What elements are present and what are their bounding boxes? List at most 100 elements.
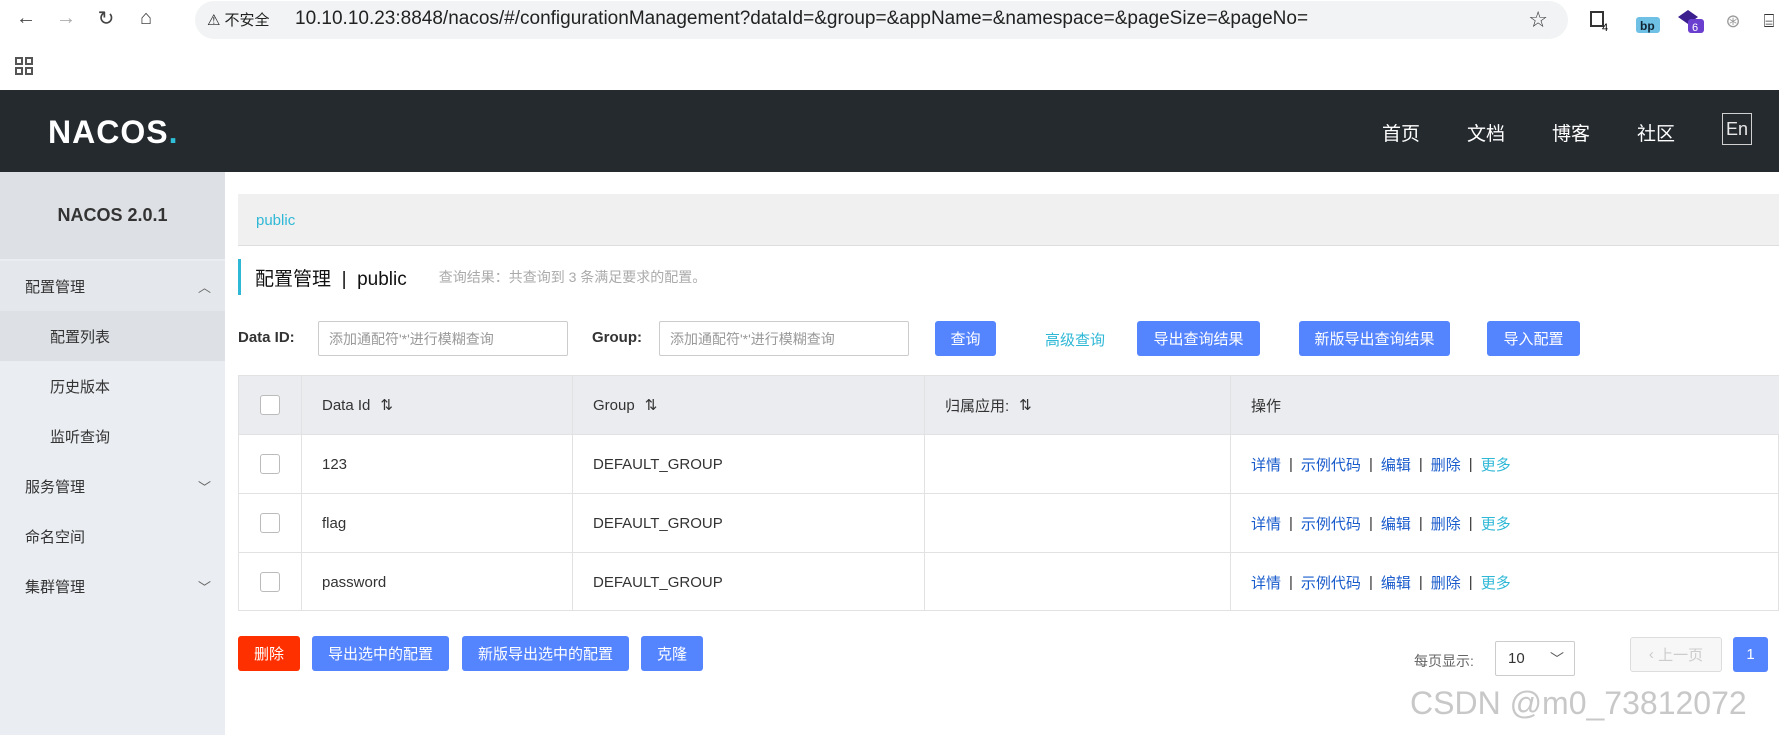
more-link[interactable]: 更多 <box>1481 572 1511 593</box>
dataid-label: Data ID: <box>238 329 295 346</box>
menu-label: 配置列表 <box>50 328 111 346</box>
menu-label: 监听查询 <box>50 428 111 446</box>
col-app[interactable]: 归属应用: ⇅ <box>925 376 1231 434</box>
version-label: NACOS 2.0.1 <box>0 172 225 259</box>
sort-icon[interactable]: ⇅ <box>1019 396 1032 414</box>
puzzle-icon: 4 <box>1590 11 1608 33</box>
page-size-select[interactable]: 10 ﹀ <box>1495 641 1575 676</box>
cell-group: DEFAULT_GROUP <box>573 494 925 552</box>
more-link[interactable]: 更多 <box>1481 454 1511 475</box>
row-checkbox[interactable] <box>260 513 280 533</box>
url-text[interactable]: 10.10.10.23:8848/nacos/#/configurationMa… <box>295 8 1308 30</box>
language-switch[interactable]: En <box>1722 113 1752 145</box>
select-all-checkbox[interactable] <box>260 395 280 415</box>
extension-icon-5[interactable]: ⌸ <box>1756 8 1779 34</box>
extension-icon-1[interactable]: 4 <box>1588 8 1614 34</box>
home-icon[interactable]: ⌂ <box>132 4 160 32</box>
menu-cluster-management[interactable]: 集群管理 ﹀ <box>0 561 225 611</box>
menu-config-list[interactable]: 配置列表 <box>0 311 225 361</box>
export-results-new-button[interactable]: 新版导出查询结果 <box>1299 321 1450 356</box>
import-config-button[interactable]: 导入配置 <box>1487 321 1580 356</box>
nav-home[interactable]: 首页 <box>1382 119 1420 146</box>
svg-text:bp: bp <box>1640 19 1655 33</box>
apps-grid-icon[interactable] <box>14 56 34 82</box>
reload-icon[interactable]: ↻ <box>92 4 120 32</box>
chevron-up-icon: ︿ <box>197 279 211 295</box>
cell-group: DEFAULT_GROUP <box>573 553 925 611</box>
sample-code-link[interactable]: 示例代码 <box>1301 572 1361 593</box>
cell-data-id: flag <box>302 494 573 552</box>
table-row: password DEFAULT_GROUP 详情 | 示例代码 | 编辑 | 删除 |… <box>239 553 1779 611</box>
cell-actions: 详情 | 示例代码 | 编辑 | 删除 | 更多 <box>1251 454 1511 475</box>
sample-code-link[interactable]: 示例代码 <box>1301 454 1361 475</box>
sample-code-link[interactable]: 示例代码 <box>1301 513 1361 534</box>
page-title: 配置管理 | public <box>255 268 407 290</box>
export-selected-new-button[interactable]: 新版导出选中的配置 <box>462 636 629 671</box>
cell-data-id: password <box>302 553 573 611</box>
nav-docs[interactable]: 文档 <box>1467 119 1505 146</box>
edit-link[interactable]: 编辑 <box>1381 513 1411 534</box>
menu-listen-query[interactable]: 监听查询 <box>0 411 225 461</box>
group-label: Group: <box>592 329 642 346</box>
cell-actions: 详情 | 示例代码 | 编辑 | 删除 | 更多 <box>1251 513 1511 534</box>
more-link[interactable]: 更多 <box>1481 513 1511 534</box>
extension-icon-bp[interactable]: bp <box>1634 8 1660 34</box>
svg-text:4: 4 <box>1602 22 1608 33</box>
delete-link[interactable]: 删除 <box>1431 454 1461 475</box>
export-results-button[interactable]: 导出查询结果 <box>1137 321 1260 356</box>
forward-icon[interactable]: → <box>52 4 80 32</box>
menu-config-management[interactable]: 配置管理 ︿ <box>0 261 225 311</box>
page-title-bar: 配置管理 | public 查询结果：共查询到 3 条满足要求的配置。 <box>238 259 706 295</box>
dataid-input[interactable] <box>318 321 568 356</box>
extension-icon-4[interactable]: ⊛ <box>1720 8 1746 34</box>
menu-history[interactable]: 历史版本 <box>0 361 225 411</box>
row-checkbox[interactable] <box>260 572 280 592</box>
cell-app <box>925 494 1231 552</box>
page-size-label: 每页显示: <box>1414 653 1474 669</box>
menu-label: 配置管理 <box>25 278 86 296</box>
table-row: 123 DEFAULT_GROUP 详情 | 示例代码 | 编辑 | 删除 | 更多 <box>239 435 1779 494</box>
group-input[interactable] <box>659 321 909 356</box>
col-group[interactable]: Group ⇅ <box>573 376 925 434</box>
back-icon[interactable]: ← <box>12 4 40 32</box>
edit-link[interactable]: 编辑 <box>1381 454 1411 475</box>
prev-page-button[interactable]: ‹ 上一页 <box>1630 637 1722 672</box>
nacos-logo[interactable]: NACOS. <box>48 114 178 151</box>
menu-label: 命名空间 <box>25 528 86 546</box>
detail-link[interactable]: 详情 <box>1251 454 1281 475</box>
nav-blog[interactable]: 博客 <box>1552 119 1590 146</box>
export-selected-button[interactable]: 导出选中的配置 <box>312 636 449 671</box>
config-table: Data Id ⇅ Group ⇅ 归属应用: ⇅ 操作 123 DEFAULT_GR… <box>238 375 1779 611</box>
batch-delete-button[interactable]: 删除 <box>238 636 300 671</box>
detail-link[interactable]: 详情 <box>1251 572 1281 593</box>
extension-icon-3[interactable]: 6 <box>1678 8 1704 34</box>
col-data-id[interactable]: Data Id ⇅ <box>302 376 573 434</box>
advanced-query-link[interactable]: 高级查询 <box>1045 329 1105 350</box>
menu-service-management[interactable]: 服务管理 ﹀ <box>0 461 225 511</box>
cell-app <box>925 435 1231 493</box>
nav-community[interactable]: 社区 <box>1637 119 1675 146</box>
delete-link[interactable]: 删除 <box>1431 513 1461 534</box>
namespace-tab-public[interactable]: public <box>256 212 295 229</box>
cell-app <box>925 553 1231 611</box>
security-indicator[interactable]: ⚠ 不安全 <box>207 9 269 30</box>
sort-icon[interactable]: ⇅ <box>380 396 393 414</box>
clone-button[interactable]: 克隆 <box>641 636 703 671</box>
bookmark-star-icon[interactable]: ☆ <box>1528 7 1548 33</box>
detail-link[interactable]: 详情 <box>1251 513 1281 534</box>
delete-link[interactable]: 删除 <box>1431 572 1461 593</box>
chevron-down-icon: ﹀ <box>1550 651 1564 667</box>
sort-icon[interactable]: ⇅ <box>645 396 658 414</box>
page-number-1[interactable]: 1 <box>1733 637 1768 672</box>
cell-actions: 详情 | 示例代码 | 编辑 | 删除 | 更多 <box>1251 572 1511 593</box>
chevron-down-icon: ﹀ <box>197 479 211 495</box>
page-size-value: 10 <box>1508 650 1525 667</box>
menu-namespace[interactable]: 命名空间 <box>0 511 225 561</box>
address-bar[interactable]: ⚠ 不安全 10.10.10.23:8848/nacos/#/configura… <box>195 1 1568 39</box>
namespace-bar: public <box>238 194 1779 246</box>
security-label: 不安全 <box>224 12 270 29</box>
col-actions: 操作 <box>1251 397 1282 415</box>
row-checkbox[interactable] <box>260 454 280 474</box>
edit-link[interactable]: 编辑 <box>1381 572 1411 593</box>
query-button[interactable]: 查询 <box>935 321 996 356</box>
